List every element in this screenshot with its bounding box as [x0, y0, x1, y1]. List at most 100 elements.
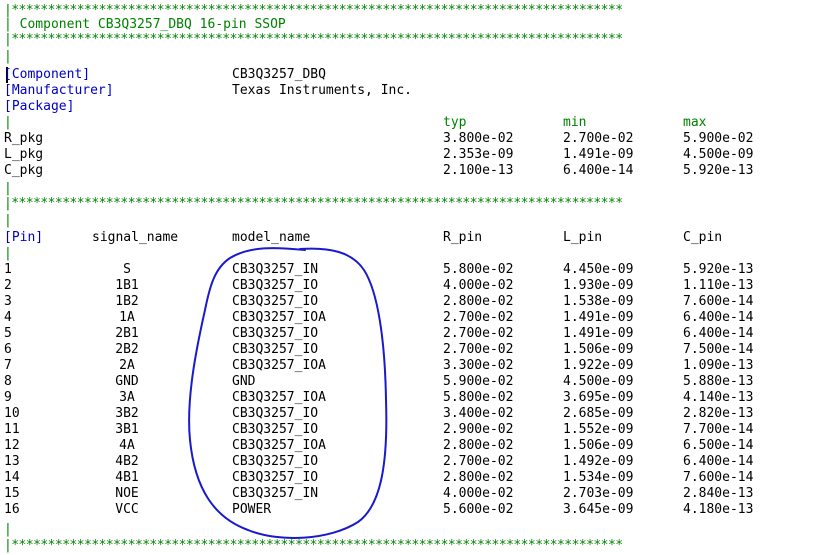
pin-c-value: 5.880e-13	[683, 374, 754, 389]
package-col-max: max	[683, 115, 707, 130]
pin-header-r-pin: R_pin	[443, 230, 483, 245]
pin-signal-name: 4B1	[115, 470, 139, 485]
pin-r-value: 2.700e-02	[443, 310, 514, 325]
pin-signal-name: 2A	[119, 358, 135, 373]
package-row-max: 5.920e-13	[683, 163, 754, 178]
pin-c-value: 4.140e-13	[683, 390, 754, 405]
package-row-max: 5.900e-02	[683, 131, 754, 146]
package-row-min: 1.491e-09	[563, 147, 634, 162]
pin-r-value: 3.400e-02	[443, 406, 514, 421]
pin-c-value: 2.820e-13	[683, 406, 754, 421]
pin-signal-name: NOE	[115, 486, 139, 501]
pin-r-value: 4.000e-02	[443, 486, 514, 501]
pin-number: 4	[4, 310, 12, 325]
comment-star-line: |***************************************…	[4, 32, 623, 47]
package-row-min: 6.400e-14	[563, 163, 634, 178]
pin-c-value: 6.500e-14	[683, 438, 754, 453]
pin-model-name: CB3Q3257_IN	[232, 262, 319, 277]
pin-model-name: CB3Q3257_IO	[232, 422, 319, 437]
package-row-typ: 3.800e-02	[443, 131, 514, 146]
pin-l-value: 1.492e-09	[563, 454, 634, 469]
package-row-typ: 2.353e-09	[443, 147, 514, 162]
pin-number: 7	[4, 358, 12, 373]
pin-number: 13	[4, 454, 20, 469]
component-value: CB3Q3257_DBQ	[232, 67, 326, 82]
pin-model-name: CB3Q3257_IN	[232, 486, 319, 501]
package-row-name: L_pkg	[4, 147, 44, 162]
pin-l-value: 1.506e-09	[563, 438, 634, 453]
comment-pipe: |	[4, 181, 12, 196]
pin-r-value: 4.000e-02	[443, 278, 514, 293]
pin-l-value: 2.685e-09	[563, 406, 634, 421]
comment-pipe: |	[4, 522, 12, 537]
pin-c-value: 1.090e-13	[683, 358, 754, 373]
pin-model-name: CB3Q3257_IO	[232, 278, 319, 293]
package-row-name: C_pkg	[4, 163, 44, 178]
manufacturer-keyword: [Manufacturer]	[4, 83, 114, 98]
pin-c-value: 6.400e-14	[683, 310, 754, 325]
pin-c-value: 4.180e-13	[683, 502, 754, 517]
package-row-max: 4.500e-09	[683, 147, 754, 162]
pin-model-name: CB3Q3257_IO	[232, 406, 319, 421]
comment-star-line: |***************************************…	[4, 538, 623, 553]
package-keyword: [Package]	[4, 99, 75, 114]
pin-l-value: 1.534e-09	[563, 470, 634, 485]
pin-signal-name: 2B1	[115, 326, 139, 341]
pin-r-value: 2.800e-02	[443, 470, 514, 485]
pin-number: 8	[4, 374, 12, 389]
pin-c-value: 6.400e-14	[683, 326, 754, 341]
pin-signal-name: 2B2	[115, 342, 139, 357]
pin-number: 2	[4, 278, 12, 293]
pin-number: 6	[4, 342, 12, 357]
package-col-min: min	[563, 115, 587, 130]
pin-l-value: 2.703e-09	[563, 486, 634, 501]
comment-pipe: |	[4, 213, 12, 228]
pin-l-value: 3.695e-09	[563, 390, 634, 405]
pin-r-value: 2.700e-02	[443, 342, 514, 357]
pin-l-value: 1.930e-09	[563, 278, 634, 293]
pin-model-name: CB3Q3257_IO	[232, 470, 319, 485]
pin-l-value: 1.491e-09	[563, 326, 634, 341]
pin-number: 16	[4, 502, 20, 517]
manufacturer-value: Texas Instruments, Inc.	[232, 83, 413, 98]
pin-signal-name: VCC	[115, 502, 139, 517]
pin-number: 10	[4, 406, 20, 421]
pin-header-l-pin: L_pin	[563, 230, 603, 245]
comment-pipe: |	[4, 115, 12, 130]
pin-r-value: 2.900e-02	[443, 422, 514, 437]
pin-number: 14	[4, 470, 20, 485]
pin-keyword: [Pin]	[4, 230, 44, 245]
pin-header-signal-name: signal_name	[92, 230, 179, 245]
pin-l-value: 4.500e-09	[563, 374, 634, 389]
pin-number: 9	[4, 390, 12, 405]
pin-r-value: 5.800e-02	[443, 390, 514, 405]
pin-signal-name: 1B2	[115, 294, 139, 309]
component-title-comment: | Component CB3Q3257_DBQ 16-pin SSOP	[4, 17, 286, 32]
pin-signal-name: 3B2	[115, 406, 139, 421]
pin-r-value: 5.900e-02	[443, 374, 514, 389]
pin-number: 5	[4, 326, 12, 341]
component-keyword: [Component]	[4, 67, 91, 82]
pin-model-name: GND	[232, 374, 256, 389]
pin-l-value: 1.538e-09	[563, 294, 634, 309]
package-row-typ: 2.100e-13	[443, 163, 514, 178]
pin-l-value: 3.645e-09	[563, 502, 634, 517]
pin-model-name: CB3Q3257_IO	[232, 326, 319, 341]
pin-r-value: 2.800e-02	[443, 438, 514, 453]
pin-c-value: 7.700e-14	[683, 422, 754, 437]
pin-c-value: 6.400e-14	[683, 454, 754, 469]
pin-c-value: 7.600e-14	[683, 294, 754, 309]
pin-number: 11	[4, 422, 20, 437]
pin-c-value: 5.920e-13	[683, 262, 754, 277]
pin-signal-name: GND	[115, 374, 139, 389]
pin-model-name: CB3Q3257_IOA	[232, 390, 326, 405]
pin-model-name: POWER	[232, 502, 272, 517]
pin-number: 12	[4, 438, 20, 453]
pin-r-value: 5.800e-02	[443, 262, 514, 277]
pin-r-value: 3.300e-02	[443, 358, 514, 373]
pin-r-value: 2.700e-02	[443, 326, 514, 341]
pin-signal-name: 3B1	[115, 422, 139, 437]
pin-model-name: CB3Q3257_IOA	[232, 358, 326, 373]
package-row-min: 2.700e-02	[563, 131, 634, 146]
pin-c-value: 7.600e-14	[683, 470, 754, 485]
